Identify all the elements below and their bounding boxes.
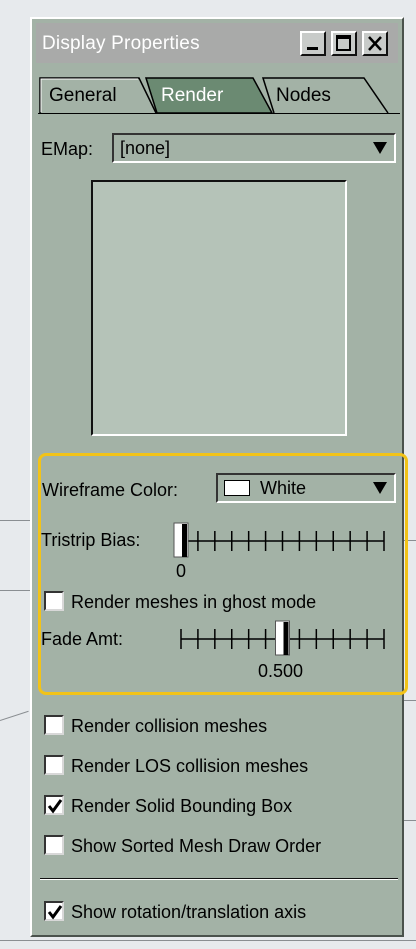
tristrip-bias-slider[interactable] [172,521,392,561]
wireframe-color-value: White [260,478,307,498]
collision-meshes-checkbox[interactable] [44,715,64,735]
close-button[interactable] [362,31,388,56]
tab-nodes[interactable]: Nodes [262,77,390,114]
los-collision-meshes-label: Render LOS collision meshes [71,756,309,776]
viewport-grid-line [0,940,416,941]
check-icon [47,905,63,920]
tristrip-bias-label: Tristrip Bias: [41,530,141,550]
display-properties-panel: Display Properties General Render Nodes … [30,17,408,937]
viewport-grid-line [404,700,416,701]
slider-thumb[interactable] [173,522,189,558]
tab-render[interactable]: Render [145,77,273,114]
viewport-grid-line [404,820,416,821]
emap-value: [none] [120,138,171,158]
sorted-mesh-draw-order-checkbox[interactable] [44,835,64,855]
solid-bounding-box-checkbox[interactable] [44,795,64,815]
fade-amt-value: 0.500 [258,661,304,681]
wireframe-color-label: Wireframe Color: [42,480,179,500]
tab-render-label: Render [161,85,224,106]
viewport-grid-line [0,520,30,521]
minimize-button[interactable] [300,31,326,56]
dropdown-arrow-icon [373,142,387,154]
dropdown-arrow-icon [373,482,387,494]
emap-dropdown[interactable]: [none] [112,133,396,163]
tab-nodes-label: Nodes [276,85,331,106]
viewport-grid-line [0,590,30,591]
rotation-translation-axis-checkbox[interactable] [44,901,64,921]
fade-amt-label: Fade Amt: [41,629,124,649]
fade-amt-slider[interactable] [177,619,392,659]
sorted-mesh-draw-order-label: Show Sorted Mesh Draw Order [71,836,322,856]
maximize-button[interactable] [331,31,357,56]
color-swatch [224,480,250,496]
rotation-translation-axis-label: Show rotation/translation axis [71,902,307,922]
emap-preview [91,180,347,436]
ghost-mode-checkbox[interactable] [44,591,64,611]
check-icon [47,799,63,814]
tab-divider [38,113,400,114]
solid-bounding-box-label: Render Solid Bounding Box [71,796,293,816]
window-title: Display Properties [42,33,200,54]
title-bar[interactable]: Display Properties [36,23,398,63]
maximize-icon [336,35,351,51]
tab-general-label: General [49,85,117,106]
slider-thumb[interactable] [275,620,290,656]
wireframe-color-dropdown[interactable]: White [216,473,396,503]
tristrip-bias-value: 0 [176,561,187,581]
separator [40,878,398,880]
ghost-mode-label: Render meshes in ghost mode [71,592,317,612]
emap-label: EMap: [41,139,94,159]
minimize-icon [307,47,318,50]
viewport-grid-line [0,710,29,721]
collision-meshes-label: Render collision meshes [71,716,268,736]
los-collision-meshes-checkbox[interactable] [44,755,64,775]
tab-general[interactable]: General [39,77,157,114]
close-icon [368,36,382,51]
